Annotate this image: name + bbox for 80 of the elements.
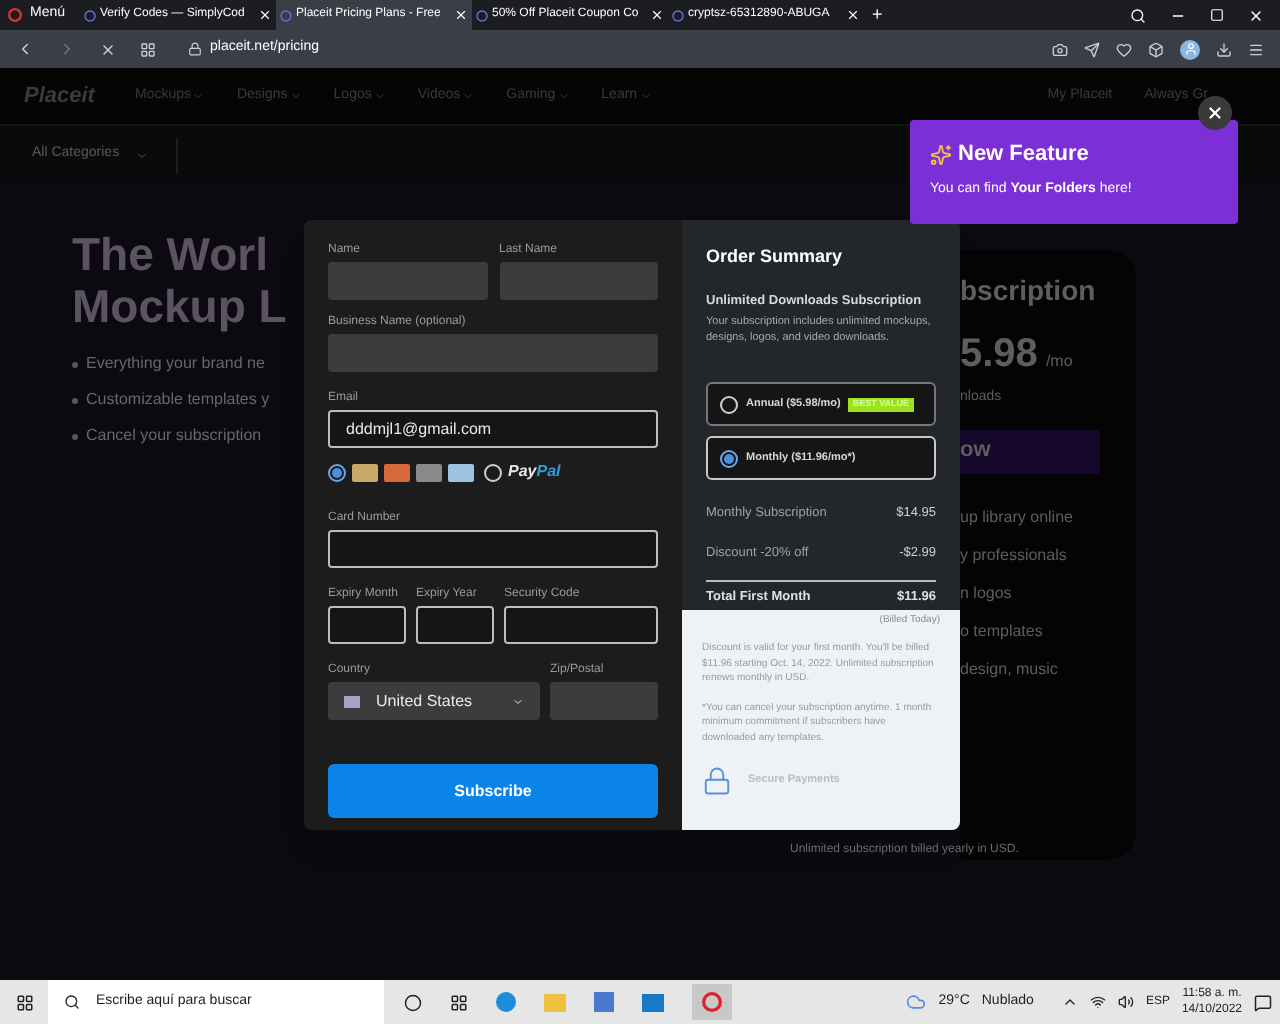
close-icon [846, 8, 860, 22]
opera-icon[interactable] [692, 984, 732, 1020]
plan-heading: bscription [960, 272, 1098, 310]
back-icon[interactable] [16, 40, 34, 58]
input-field[interactable]: dddmjl1@gmail.com [328, 410, 658, 448]
tab-favicon-icon [672, 9, 684, 21]
task-view-icon[interactable] [450, 993, 468, 1011]
send-icon[interactable] [1084, 41, 1100, 57]
popup-title: New Feature [958, 140, 1089, 170]
lock-icon [702, 766, 732, 796]
input-field[interactable] [328, 262, 487, 300]
plan-feature: y professionals [960, 543, 1069, 567]
caret-icon [639, 90, 652, 102]
input-field[interactable] [328, 606, 406, 644]
caret-icon [557, 90, 570, 102]
grid-icon[interactable] [140, 41, 156, 57]
cortana-icon[interactable] [404, 993, 422, 1011]
download-icon[interactable] [1216, 41, 1232, 57]
hero-bullet: Cancel your subscription [86, 424, 262, 448]
search-icon[interactable] [1130, 7, 1146, 23]
paypal-logo: PayPal [508, 460, 561, 484]
input-field[interactable] [504, 606, 658, 644]
hero-title: Mockup L [72, 280, 289, 332]
flag-icon [344, 695, 360, 707]
tab-favicon-icon [280, 9, 292, 21]
input-field[interactable] [499, 262, 658, 300]
radio-button[interactable] [720, 449, 738, 468]
card-logos-icon [352, 463, 474, 481]
hero-bullet: Everything your brand ne [86, 352, 265, 376]
close-icon[interactable] [1248, 7, 1264, 23]
close-icon [1206, 104, 1224, 122]
tab-favicon-icon [476, 9, 488, 21]
radio-button[interactable] [720, 395, 738, 414]
close-icon [650, 8, 664, 22]
country-dropdown[interactable]: United States [328, 682, 540, 720]
new-tab-button[interactable]: + [864, 1, 891, 29]
speaker-icon[interactable] [1117, 994, 1134, 1010]
plan-feature: n logos [960, 581, 1014, 605]
caret-icon [512, 695, 524, 707]
plan-price: 5.98 [960, 330, 1038, 380]
browser-logo-icon [8, 8, 22, 22]
plan-feature: up library online [960, 505, 1075, 529]
input-field[interactable] [328, 334, 658, 372]
radio-button[interactable] [484, 463, 502, 481]
sparkles-icon [930, 143, 952, 166]
caret-icon [135, 149, 148, 161]
maximize-icon[interactable] [1210, 8, 1224, 22]
tab-favicon-icon [84, 9, 96, 21]
close-icon [258, 8, 272, 22]
menu-icon[interactable] [1248, 41, 1264, 57]
price-unit: /mo [1045, 350, 1073, 374]
caret-icon [192, 90, 205, 102]
stop-icon[interactable] [100, 41, 116, 57]
cube-icon[interactable] [1148, 41, 1164, 57]
camera-icon[interactable] [1052, 41, 1068, 57]
caret-icon [462, 90, 475, 102]
input-field[interactable] [416, 606, 494, 644]
close-icon [454, 8, 468, 22]
caret-icon [289, 90, 302, 102]
input-field[interactable] [328, 530, 658, 568]
search-icon [64, 994, 80, 1010]
subscribe-button[interactable]: Subscribe [328, 764, 658, 818]
lock-icon [188, 42, 202, 56]
chevron-up-icon[interactable] [1061, 994, 1078, 1010]
bullet-icon [72, 397, 78, 403]
summary-title: Order Summary [706, 244, 845, 270]
radio-button[interactable] [328, 463, 346, 481]
heart-icon[interactable] [1116, 41, 1132, 57]
cloud-icon [906, 992, 927, 1012]
plan-feature: design, music [960, 657, 1060, 681]
caret-icon [373, 90, 386, 102]
bullet-icon [72, 433, 78, 439]
wifi-icon[interactable] [1089, 994, 1106, 1010]
hero-bullet: Customizable templates y [86, 388, 270, 412]
notification-icon[interactable] [1254, 993, 1272, 1011]
avatar-icon[interactable] [1180, 39, 1200, 59]
bullet-icon [72, 361, 78, 367]
plan-feature: o templates [960, 619, 1045, 643]
hero-title: The Worl [72, 228, 270, 280]
input-field[interactable] [550, 682, 658, 720]
